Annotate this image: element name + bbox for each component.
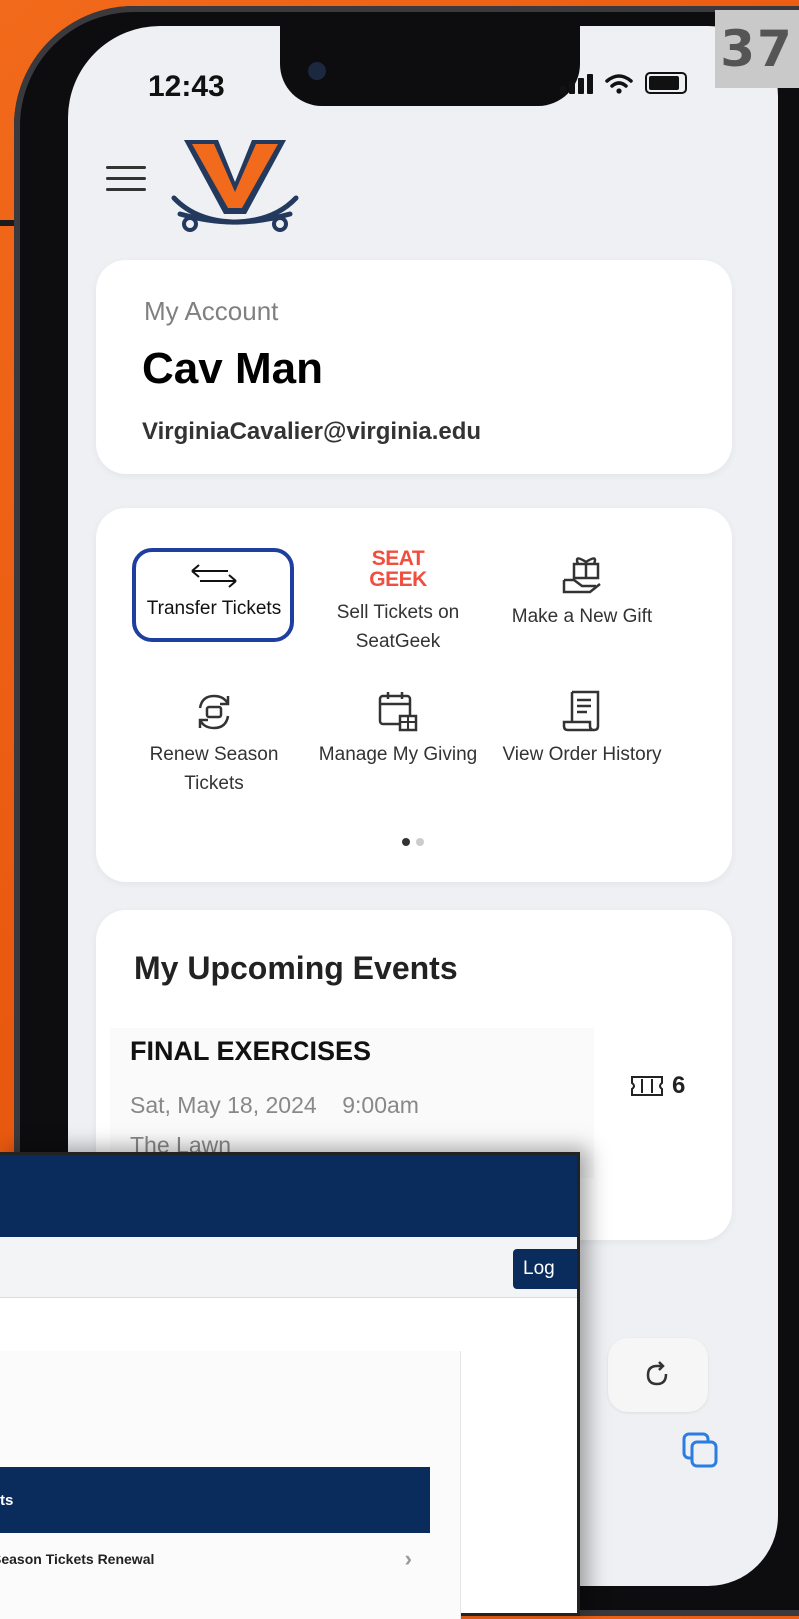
tabs-icon[interactable]: [680, 1430, 720, 1470]
ticket-count-value: 6: [672, 1072, 686, 1099]
action-renew-season-tickets[interactable]: Renew Season Tickets: [124, 686, 304, 798]
page-number-badge: 37: [715, 10, 799, 88]
wifi-icon: [605, 74, 633, 94]
desktop-window-overlay: Log ts Season Tickets Renewal ›: [0, 1152, 580, 1619]
seatgeek-logo: SEAT GEEK: [369, 547, 427, 591]
action-transfer-tickets[interactable]: Transfer Tickets: [124, 562, 304, 623]
status-time: 12:43: [148, 70, 225, 103]
overlay-list-label: Season Tickets Renewal: [0, 1551, 155, 1567]
battery-icon: [645, 72, 687, 94]
account-card: My Account Cav Man VirginiaCavalier@virg…: [96, 260, 732, 474]
action-make-gift[interactable]: Make a New Gift: [492, 548, 672, 631]
action-label: Renew Season Tickets: [149, 744, 279, 794]
refresh-icon: [646, 1361, 668, 1386]
overlay-list-item[interactable]: Season Tickets Renewal ›: [0, 1541, 430, 1577]
status-icons: [560, 72, 687, 94]
event-name: FINAL EXERCISES: [130, 1036, 372, 1066]
gift-icon: [562, 557, 601, 594]
action-label: Transfer Tickets: [146, 598, 282, 619]
action-manage-giving[interactable]: Manage My Giving: [308, 686, 488, 769]
ticket-count: 6: [630, 1072, 685, 1100]
chevron-right-icon: ›: [404, 1546, 412, 1571]
account-name: Cav Man: [142, 344, 323, 393]
receipt-icon: [562, 690, 600, 732]
overlay-header: [0, 1155, 577, 1237]
events-title: My Upcoming Events: [134, 950, 458, 986]
event-datetime: Sat, May 18, 2024 9:00am: [130, 1092, 419, 1118]
account-label: My Account: [144, 296, 279, 326]
action-label: Make a New Gift: [511, 606, 653, 627]
account-email: VirginiaCavalier@virginia.edu: [142, 418, 482, 445]
action-view-order-history[interactable]: View Order History: [492, 686, 672, 769]
renew-ticket-icon: [198, 694, 230, 730]
action-sell-seatgeek[interactable]: SEAT GEEK Sell Tickets on SeatGeek: [308, 548, 488, 656]
front-camera: [308, 62, 326, 80]
action-label: Sell Tickets on SeatGeek: [336, 602, 460, 652]
carousel-page-indicator[interactable]: [402, 838, 424, 846]
quick-actions-card: Transfer Tickets SEAT GEEK Sell Tickets o…: [96, 508, 732, 882]
overlay-section-header: ts: [0, 1467, 430, 1533]
menu-icon[interactable]: [106, 166, 146, 199]
phone-notch: [280, 26, 580, 106]
transfer-arrows-icon: [191, 564, 237, 588]
login-button[interactable]: Log: [513, 1249, 577, 1289]
refresh-button[interactable]: [608, 1338, 708, 1412]
action-label: View Order History: [502, 744, 662, 765]
ticket-icon: [631, 1076, 663, 1096]
virginia-logo: [171, 140, 299, 232]
signal-icon: [560, 74, 593, 94]
action-label: Manage My Giving: [318, 744, 478, 765]
overlay-toolbar: [0, 1237, 577, 1298]
calendar-gift-icon: [378, 692, 418, 732]
